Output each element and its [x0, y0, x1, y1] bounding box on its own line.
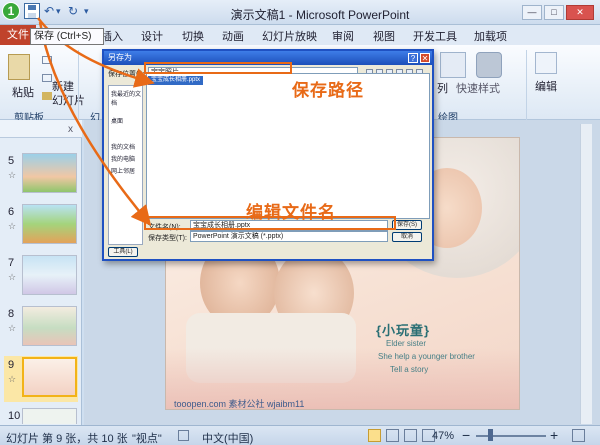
annotation-arrows: [37, 17, 155, 226]
save-tooltip: 保存 (Ctrl+S): [30, 28, 104, 45]
arrow-to-filename: [38, 21, 152, 226]
